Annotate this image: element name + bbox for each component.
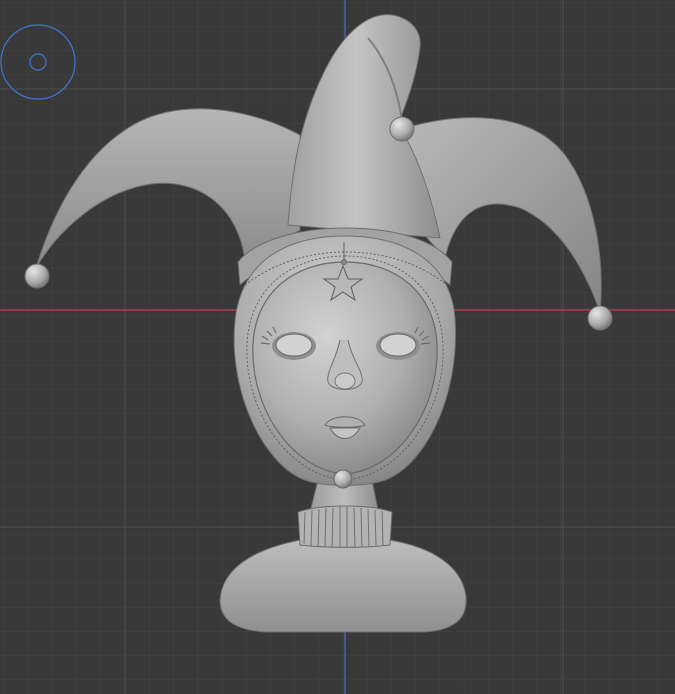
bell-chin [333, 469, 353, 489]
bell-right [587, 305, 613, 331]
bell-left [24, 263, 50, 289]
bell-top [389, 116, 415, 142]
3d-viewport[interactable] [0, 0, 675, 694]
bust-shoulders [219, 539, 467, 633]
nose-tip [334, 372, 356, 390]
ruffle-collar [297, 505, 393, 549]
